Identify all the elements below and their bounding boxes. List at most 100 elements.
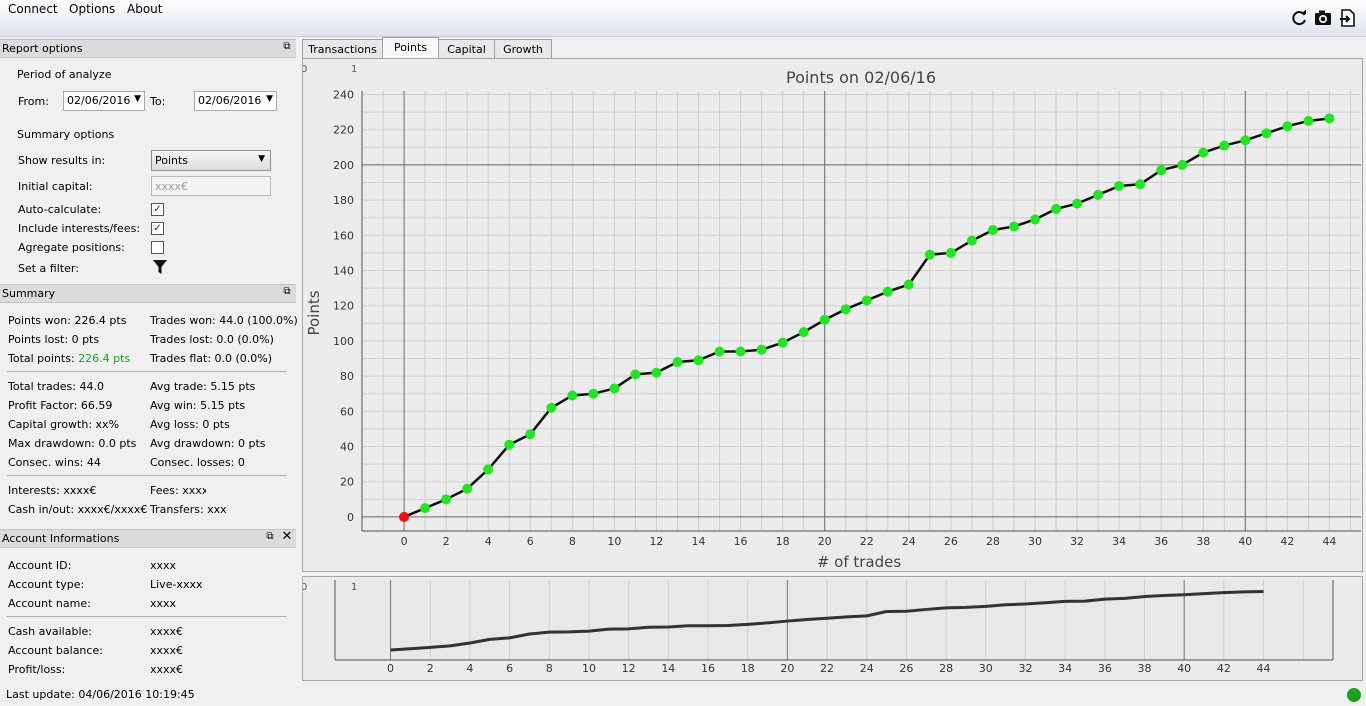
data-point: [1303, 115, 1314, 126]
filter-icon[interactable]: [152, 259, 168, 275]
interests: Interests: xxxx€: [8, 484, 97, 497]
transfers: Transfers: xxxx€: [150, 503, 226, 516]
data-point: [546, 402, 557, 413]
corner-label: 1: [351, 582, 357, 593]
account-title: Account Informations: [2, 532, 120, 545]
report-options-title: Report options: [2, 42, 83, 55]
aggregate-checkbox[interactable]: [151, 241, 164, 254]
corner-label: 0: [303, 64, 307, 75]
menu-connect[interactable]: Connect: [8, 2, 58, 16]
camera-icon[interactable]: [1314, 9, 1332, 27]
trades-lost: Trades lost: 0.0 (0.0%): [150, 333, 274, 346]
data-point: [1219, 140, 1230, 151]
x-tick-label: 10: [582, 662, 596, 675]
y-tick-label: 0: [347, 511, 354, 524]
x-tick-label: 36: [1154, 535, 1168, 548]
data-point: [420, 503, 431, 514]
total-points-value: 226.4 pts: [78, 352, 131, 365]
close-icon[interactable]: ✕: [281, 530, 293, 543]
last-update: Last update: 04/06/2016 10:19:45: [6, 688, 195, 701]
show-results-label: Show results in:: [18, 154, 106, 167]
y-tick-label: 180: [333, 194, 354, 207]
y-tick-label: 20: [340, 476, 354, 489]
data-point: [1030, 214, 1041, 225]
points-chart[interactable]: 0 2 4 6 8 10 12 14 16 18 20 22 24 26 28 30 32 34 36 38 40 42 4…: [301, 59, 1362, 571]
to-label: To:: [150, 95, 166, 108]
overview-chart[interactable]: 0 2 4 6 8 10 12 14 16 18 20 22 24 26 28 30 32 34 36 38 40 42 4…: [301, 577, 1362, 680]
profit-factor: Profit Factor: 66.59: [8, 399, 113, 412]
tab-transactions[interactable]: Transactions: [302, 39, 383, 59]
data-point: [903, 279, 914, 290]
refresh-icon[interactable]: [1290, 9, 1308, 27]
y-tick-label: 140: [333, 265, 354, 278]
x-tick-label: 16: [701, 662, 715, 675]
capital-growth: Capital growth: xx%: [8, 418, 120, 431]
divider: [7, 616, 287, 617]
y-tick-label: 100: [333, 335, 354, 348]
y-tick-label: 80: [340, 370, 354, 383]
total-trades: Total trades: 44.0: [8, 380, 104, 393]
x-tick-label: 14: [692, 535, 706, 548]
restore-icon[interactable]: ⧉: [264, 531, 276, 543]
x-tick-label: 2: [443, 535, 450, 548]
x-tick-label: 12: [649, 535, 663, 548]
account-balance-label: Account balance:: [8, 644, 103, 657]
x-tick-label: 20: [780, 662, 794, 675]
menu-about[interactable]: About: [127, 2, 162, 16]
include-fees-checkbox[interactable]: ✓: [151, 222, 164, 235]
data-point: [525, 429, 536, 440]
chevron-down-icon[interactable]: ▼: [266, 94, 273, 104]
restore-icon[interactable]: ⧉: [281, 41, 293, 53]
points-chart-frame: 0 2 4 6 8 10 12 14 16 18 20 22 24 26 28 30 32 34 36 38 40 42 4…: [301, 58, 1363, 572]
menu-bar: Connect Options About: [0, 0, 1366, 37]
x-tick-label: 26: [899, 662, 913, 675]
data-point: [693, 355, 704, 366]
corner-label: 1: [351, 64, 357, 75]
data-point: [630, 369, 641, 380]
y-tick-label: 60: [340, 405, 354, 418]
data-point: [735, 346, 746, 357]
data-point: [966, 235, 977, 246]
overview-chart-frame: 0 2 4 6 8 10 12 14 16 18 20 22 24 26 28 30 32 34 36 38 40 42 4…: [301, 576, 1363, 681]
show-results-select[interactable]: Points ▼: [151, 150, 271, 171]
data-point: [441, 494, 452, 505]
account-name-value: xxxx: [150, 597, 177, 610]
tab-growth[interactable]: Growth: [494, 39, 552, 59]
x-tick-label: 26: [944, 535, 958, 548]
x-tick-label: 34: [1058, 662, 1072, 675]
x-tick-label: 0: [401, 535, 408, 548]
restore-icon[interactable]: ⧉: [281, 286, 293, 298]
data-point: [777, 337, 788, 348]
x-axis-label: # of trades: [817, 553, 902, 571]
connection-status-icon: [1347, 688, 1361, 702]
data-point: [609, 383, 620, 394]
chart-title: Points on 02/06/16: [786, 68, 936, 87]
account-id-label: Account ID:: [8, 559, 72, 572]
y-tick-label: 220: [333, 124, 354, 137]
tab-points[interactable]: Points: [382, 37, 439, 58]
x-tick-label: 44: [1257, 662, 1271, 675]
x-tick-label: 4: [485, 535, 492, 548]
x-tick-label: 14: [661, 662, 675, 675]
data-point: [756, 344, 767, 355]
export-icon[interactable]: [1339, 9, 1357, 27]
auto-calc-checkbox[interactable]: ✓: [151, 203, 164, 216]
x-tick-label: 42: [1280, 535, 1294, 548]
chevron-down-icon[interactable]: ▼: [134, 94, 141, 104]
initial-capital-input[interactable]: xxxx€: [151, 176, 271, 196]
menu-options[interactable]: Options: [69, 2, 115, 16]
to-date-input[interactable]: 02/06/2016 ▼: [194, 91, 277, 111]
x-tick-label: 28: [986, 535, 1000, 548]
avg-drawdown: Avg drawdown: 0 pts: [150, 437, 266, 450]
tab-capital[interactable]: Capital: [438, 39, 495, 59]
report-options-header: Report options ⧉: [0, 39, 296, 58]
from-date-input[interactable]: 02/06/2016 ▼: [63, 91, 145, 111]
data-point: [672, 357, 683, 368]
data-point: [1135, 179, 1146, 190]
x-tick-label: 38: [1196, 535, 1210, 548]
trades-flat: Trades flat: 0.0 (0.0%): [150, 352, 273, 365]
y-tick-label: 120: [333, 300, 354, 313]
account-type-label: Account type:: [8, 578, 85, 591]
x-tick-label: 44: [1322, 535, 1336, 548]
x-tick-label: 22: [860, 535, 874, 548]
